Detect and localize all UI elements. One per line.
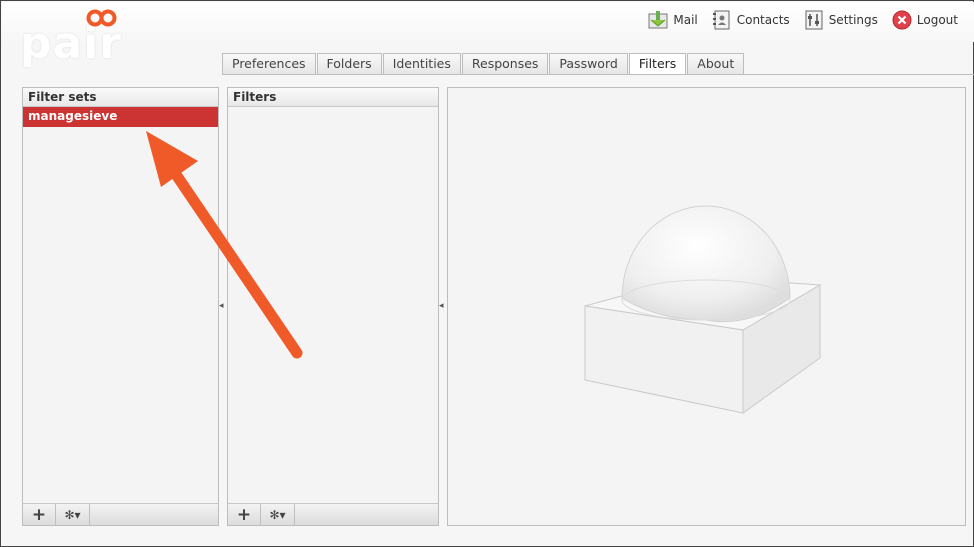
app-window: pair Mail Contacts Settings Logout Prefe…: [0, 0, 974, 547]
annotation-arrow: [146, 131, 303, 359]
